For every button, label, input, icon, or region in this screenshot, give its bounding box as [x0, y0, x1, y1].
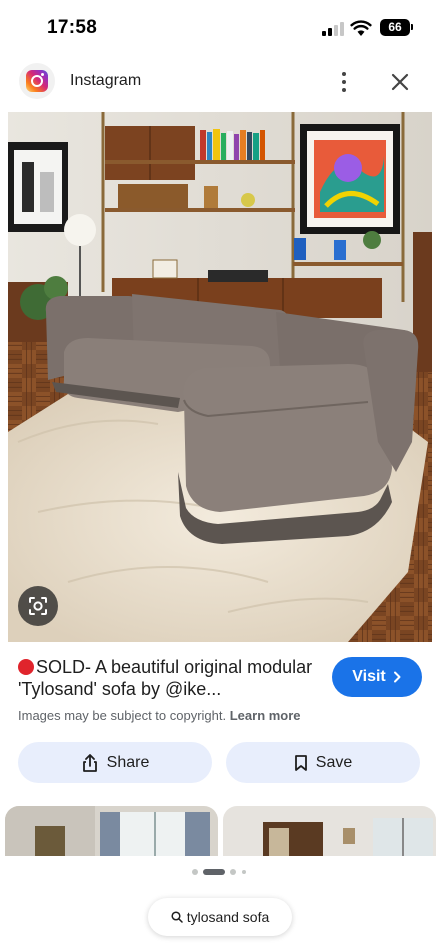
- bookmark-icon: [294, 754, 307, 771]
- cellular-signal-icon: [322, 22, 344, 36]
- close-icon[interactable]: [388, 70, 412, 94]
- copyright-note: Images may be subject to copyright. Lear…: [18, 708, 301, 723]
- red-circle-icon: [18, 659, 34, 675]
- search-query-text: tylosand sofa: [186, 909, 270, 925]
- more-options-icon[interactable]: [334, 70, 354, 94]
- result-title[interactable]: SOLD- A beautiful original modular 'Tylo…: [18, 656, 318, 700]
- status-bar: 17:58 66: [0, 0, 440, 56]
- result-image[interactable]: [8, 112, 432, 642]
- source-header: Instagram: [0, 58, 440, 106]
- chevron-right-icon: [393, 671, 401, 683]
- instagram-logo-icon[interactable]: [19, 63, 55, 99]
- wifi-icon: [350, 20, 372, 36]
- save-label: Save: [315, 753, 353, 771]
- status-time: 17:58: [47, 17, 98, 38]
- pager-indicator: [192, 868, 250, 876]
- source-name[interactable]: Instagram: [70, 72, 141, 90]
- visit-label: Visit: [352, 668, 386, 685]
- battery-icon: 66: [380, 19, 413, 36]
- learn-more-link[interactable]: Learn more: [230, 708, 301, 723]
- share-icon: [82, 753, 97, 772]
- visit-button[interactable]: Visit: [332, 657, 422, 697]
- search-query-chip[interactable]: tylosand sofa: [148, 898, 292, 936]
- lens-icon: [29, 597, 47, 615]
- related-image-thumbnail[interactable]: [5, 806, 218, 858]
- related-image-thumbnail[interactable]: [223, 806, 436, 858]
- share-button[interactable]: Share: [18, 742, 212, 783]
- visual-search-lens-button[interactable]: [18, 586, 58, 626]
- copyright-text: Images may be subject to copyright.: [18, 708, 227, 723]
- result-title-text: SOLD- A beautiful original modular 'Tylo…: [18, 657, 313, 699]
- search-icon: [171, 911, 183, 923]
- share-label: Share: [106, 753, 150, 771]
- save-button[interactable]: Save: [226, 742, 420, 783]
